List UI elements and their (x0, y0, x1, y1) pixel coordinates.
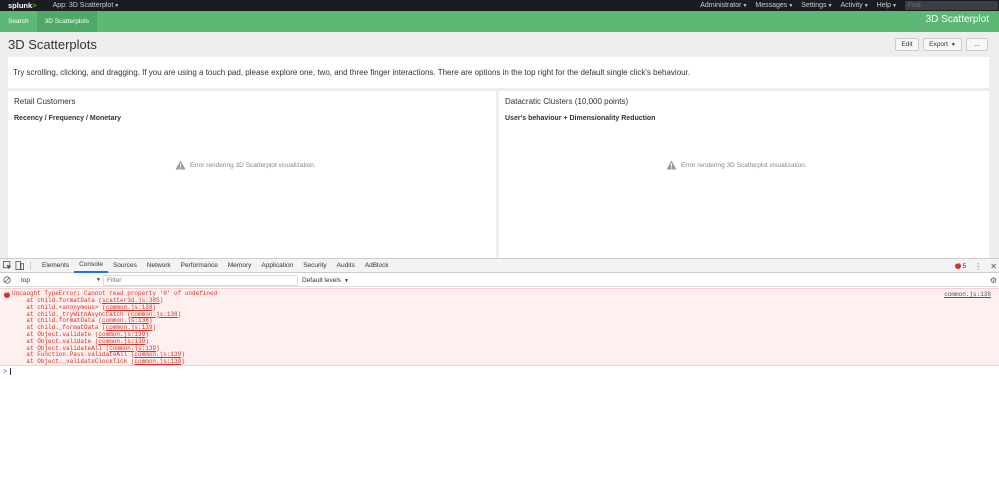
tab-elements[interactable]: Elements (37, 259, 74, 273)
chevron-down-icon: ▼ (827, 3, 833, 9)
close-icon[interactable]: ✕ (990, 262, 997, 271)
menu-messages[interactable]: Messages▼ (755, 2, 793, 9)
error-icon (954, 261, 961, 269)
chevron-down-icon: ▼ (114, 3, 120, 9)
error-source-link[interactable]: common.js:138 (944, 291, 991, 298)
filter-input[interactable] (103, 274, 298, 286)
panel-title: Retail Customers (14, 97, 76, 106)
console-prompt[interactable]: > (3, 368, 12, 376)
tab-network[interactable]: Network (142, 259, 176, 273)
panel-title: Datacratic Clusters (10,000 points) (505, 97, 629, 106)
nav-3d-scatterplots[interactable]: 3D Scatterplots (36, 11, 98, 32)
error-icon (4, 290, 10, 298)
inspect-icon[interactable] (3, 261, 12, 270)
export-button[interactable]: Export ▼ (923, 38, 962, 51)
page-title: 3D Scatterplots (8, 37, 97, 52)
chevron-down-icon: ▼ (96, 276, 101, 283)
tab-adblock[interactable]: AdBlock (360, 259, 394, 273)
app-title: 3D Scatterplot (925, 14, 989, 25)
error-count-badge[interactable]: 5 (954, 261, 966, 270)
dashboard: 3D Scatterplots Edit Export ▼ ... Try scr… (0, 32, 999, 261)
more-options-icon[interactable]: ⋮ (974, 262, 982, 271)
viz-error-text: Error rendering 3D Scatterplot visualiza… (681, 161, 807, 169)
menu-activity[interactable]: Activity▼ (841, 2, 869, 9)
menu-administrator[interactable]: Administrator▼ (700, 2, 747, 9)
more-button[interactable]: ... (966, 38, 988, 51)
menu-help[interactable]: Help▼ (877, 2, 897, 9)
warning-icon (175, 160, 186, 170)
console-filterbar: top▼ Default levels▼ ⚙ (0, 274, 999, 287)
description-text: Try scrolling, clicking, and dragging. I… (13, 68, 691, 77)
chevron-down-icon: ▼ (742, 3, 748, 9)
panel-datacratic-clusters: Datacratic Clusters (10,000 points) User… (499, 91, 989, 261)
viz-error: Error rendering 3D Scatterplot visualiza… (666, 160, 807, 170)
levels-dropdown[interactable]: Default levels ▼ (302, 277, 349, 284)
text-cursor (10, 368, 12, 375)
clear-console-icon[interactable] (3, 276, 11, 284)
find-input[interactable] (905, 1, 998, 10)
error-text: Uncaught TypeError: Cannot read property… (12, 290, 218, 297)
nav-search[interactable]: Search (0, 11, 37, 32)
viz-error-text: Error rendering 3D Scatterplot visualiza… (190, 161, 316, 169)
panel-retail-customers: Retail Customers Recency / Frequency / M… (8, 91, 496, 261)
app-bar: Search 3D Scatterplots 3D Scatterplot (0, 11, 999, 32)
divider (30, 261, 31, 270)
splunk-topbar: splunk> App: 3D Scatterplot▼ Administrat… (0, 0, 999, 11)
context-selector[interactable]: top ▼ (21, 277, 101, 284)
device-toolbar-icon[interactable] (15, 261, 24, 270)
tab-performance[interactable]: Performance (176, 259, 223, 273)
console-error-message: Uncaught TypeError: Cannot read property… (0, 288, 999, 366)
stack-source-link[interactable]: common.js:139 (134, 358, 181, 365)
tab-memory[interactable]: Memory (223, 259, 256, 273)
gear-icon[interactable]: ⚙ (990, 276, 997, 285)
chevron-down-icon: ▼ (344, 277, 349, 284)
tab-console[interactable]: Console (74, 259, 108, 273)
tab-security[interactable]: Security (298, 259, 331, 273)
chevron-down-icon: ▼ (950, 41, 956, 48)
panel-subtitle: User's behaviour + Dimensionality Reduct… (505, 115, 656, 122)
menu-settings[interactable]: Settings▼ (801, 2, 832, 9)
tab-application[interactable]: Application (256, 259, 298, 273)
chevron-down-icon: ▼ (863, 3, 869, 9)
chevron-down-icon: ▼ (892, 3, 897, 9)
chevron-down-icon: ▼ (788, 3, 794, 9)
description-panel: Try scrolling, clicking, and dragging. I… (8, 57, 989, 88)
tab-audits[interactable]: Audits (332, 259, 360, 273)
splunk-logo[interactable]: splunk> (8, 1, 37, 10)
viz-error: Error rendering 3D Scatterplot visualiza… (175, 160, 316, 170)
panel-subtitle: Recency / Frequency / Monetary (14, 115, 121, 122)
app-menu[interactable]: App: 3D Scatterplot▼ (53, 2, 120, 9)
warning-icon (666, 160, 677, 170)
edit-button[interactable]: Edit (895, 38, 919, 51)
stack-frame: at Object._validateClockTick (common.js:… (12, 358, 185, 366)
devtools-tabbar: Elements Console Sources Network Perform… (0, 259, 999, 273)
tab-sources[interactable]: Sources (108, 259, 142, 273)
